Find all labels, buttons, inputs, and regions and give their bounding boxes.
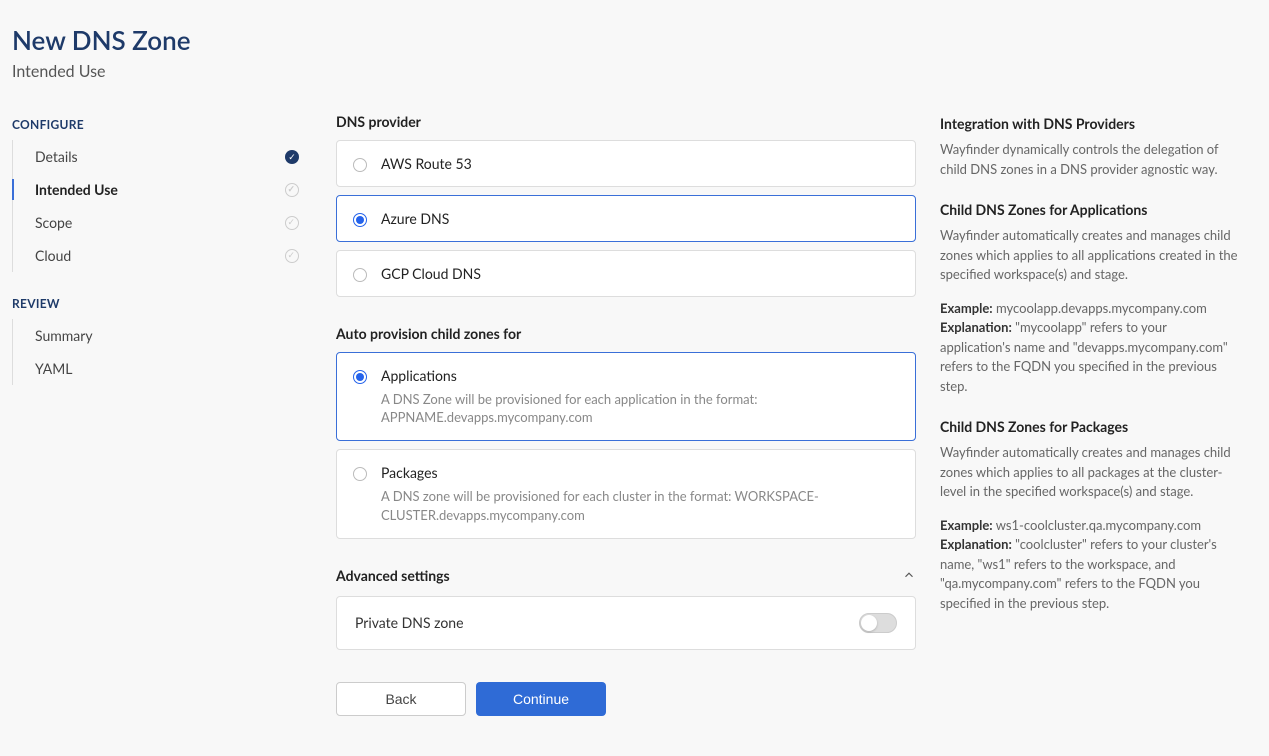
provider-option-aws[interactable]: AWS Route 53 [336,140,916,187]
provider-option-gcp[interactable]: GCP Cloud DNS [336,250,916,297]
radio-icon [353,268,367,282]
private-dns-switch[interactable] [859,613,897,633]
help-example: Example: mycoolapp.devapps.mycompany.com… [940,299,1240,397]
dns-provider-label: DNS provider [336,113,916,130]
provider-option-azure[interactable]: Azure DNS [336,195,916,242]
help-heading: Child DNS Zones for Applications [940,199,1240,220]
sidebar-item-summary[interactable]: Summary [13,319,312,352]
option-label: GCP Cloud DNS [381,265,899,282]
page-title: New DNS Zone [12,24,1257,56]
autoprovision-group: Applications A DNS Zone will be provisio… [336,352,916,539]
option-label: AWS Route 53 [381,155,899,172]
help-heading: Integration with DNS Providers [940,113,1240,134]
autoprovision-option-applications[interactable]: Applications A DNS Zone will be provisio… [336,352,916,441]
sidebar-item-label: Summary [35,327,93,344]
form-main: DNS provider AWS Route 53 Azure DNS GCP … [336,113,916,716]
option-label: Azure DNS [381,210,899,227]
check-circle-icon: ✓ [284,149,300,165]
advanced-settings-label: Advanced settings [336,567,450,584]
advanced-settings-toggle[interactable]: Advanced settings [336,567,916,584]
wizard-sidebar: CONFIGURE Details ✓ Intended Use Scope C… [12,113,312,716]
help-text: Wayfinder automatically creates and mana… [940,226,1240,285]
sidebar-item-label: Cloud [35,247,71,264]
autoprovision-option-packages[interactable]: Packages A DNS zone will be provisioned … [336,449,916,538]
private-dns-label: Private DNS zone [355,614,463,631]
sidebar-item-label: YAML [35,360,72,377]
radio-icon [353,158,367,172]
continue-button[interactable]: Continue [476,682,606,716]
option-description: A DNS zone will be provisioned for each … [381,487,899,523]
sidebar-item-details[interactable]: Details ✓ [13,140,312,173]
radio-icon [353,213,367,227]
sidebar-item-yaml[interactable]: YAML [13,352,312,385]
option-label: Applications [381,367,899,384]
sidebar-group-configure: CONFIGURE [12,117,312,132]
help-text: Wayfinder dynamically controls the deleg… [940,140,1240,179]
sidebar-item-label: Scope [35,214,72,231]
chevron-up-icon [902,568,916,582]
pending-circle-icon [284,182,300,198]
help-panel: Integration with DNS Providers Wayfinder… [940,113,1240,716]
help-example: Example: ws1-coolcluster.qa.mycompany.co… [940,516,1240,614]
pending-circle-icon [284,248,300,264]
help-text: Wayfinder automatically creates and mana… [940,443,1240,502]
sidebar-item-intended-use[interactable]: Intended Use [13,173,312,206]
sidebar-item-label: Intended Use [35,181,118,198]
sidebar-item-cloud[interactable]: Cloud [13,239,312,272]
help-heading: Child DNS Zones for Packages [940,416,1240,437]
autoprovision-label: Auto provision child zones for [336,325,916,342]
sidebar-item-label: Details [35,148,78,165]
dns-provider-group: AWS Route 53 Azure DNS GCP Cloud DNS [336,140,916,297]
option-label: Packages [381,464,899,481]
radio-icon [353,370,367,384]
back-button[interactable]: Back [336,682,466,716]
sidebar-group-review: REVIEW [12,296,312,311]
option-description: A DNS Zone will be provisioned for each … [381,390,899,426]
radio-icon [353,467,367,481]
page-subtitle: Intended Use [12,62,1257,81]
pending-circle-icon [284,215,300,231]
private-dns-panel: Private DNS zone [336,596,916,650]
sidebar-item-scope[interactable]: Scope [13,206,312,239]
